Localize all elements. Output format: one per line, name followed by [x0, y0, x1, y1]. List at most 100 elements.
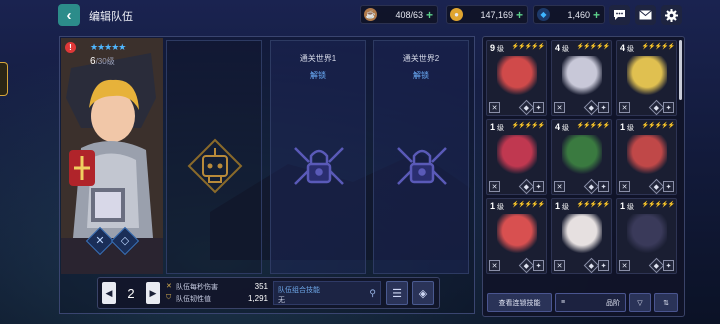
- roster-scrollbar[interactable]: [679, 40, 682, 100]
- lightning-rating-icon: ⚡⚡⚡⚡⚡: [576, 202, 610, 208]
- filter-button[interactable]: ▽: [629, 293, 651, 312]
- add-gem-button[interactable]: +: [593, 8, 604, 22]
- hero-card-level: 9 级: [490, 43, 504, 53]
- hero-card-level: 1 级: [620, 122, 634, 132]
- lightning-rating-icon: ⚡⚡⚡⚡⚡: [511, 123, 545, 129]
- skill-icon: ✦: [598, 260, 609, 271]
- hero-card-level: 1 级: [555, 201, 569, 211]
- hero-level-unit: 级: [106, 57, 115, 66]
- page-control: ◀ 2 ▶: [102, 281, 160, 305]
- class-icon: ✕: [554, 102, 565, 113]
- hero-card[interactable]: 1 级 ⚡⚡⚡⚡⚡ ✕ ◆ ✦: [616, 198, 677, 274]
- side-tab[interactable]: [0, 62, 8, 96]
- hero-card[interactable]: 4 级 ⚡⚡⚡⚡⚡ ✕ ◆ ✦: [551, 119, 612, 195]
- sort-icon: ≡: [561, 299, 566, 306]
- alert-badge: !: [65, 42, 76, 53]
- slot-unlock-link[interactable]: 解锁: [374, 70, 468, 81]
- sort-dropdown[interactable]: ≡ 品阶: [555, 293, 626, 312]
- class-icon: ✕: [554, 181, 565, 192]
- gold-value: 147,169: [480, 9, 513, 20]
- element-icon: ◆: [518, 99, 535, 116]
- toughness-stat: 队伍韧性值 1,291: [166, 294, 268, 304]
- hero-card-level: 1 级: [490, 201, 504, 211]
- gem-icon: ◆: [537, 8, 550, 21]
- hero-card-level: 4 级: [620, 43, 634, 53]
- slot-title: 通关世界1: [299, 54, 337, 63]
- hero-sprite: [562, 135, 602, 177]
- class-icon: ✕: [554, 260, 565, 271]
- hero-sprite: [497, 214, 537, 256]
- hero-card-level: 4 级: [555, 43, 569, 53]
- hero-card[interactable]: 1 级 ⚡⚡⚡⚡⚡ ✕ ◆ ✦: [486, 119, 547, 195]
- gem-counter: ◆ 1,460 +: [533, 5, 605, 24]
- element-icon: ◆: [648, 99, 665, 116]
- dps-label: 队伍每秒伤害: [176, 284, 218, 291]
- element-icon: ◆: [583, 178, 600, 195]
- element-icon: ◆: [648, 257, 665, 274]
- chat-icon[interactable]: [609, 5, 630, 25]
- element-icon: ◆: [648, 178, 665, 195]
- hero-level-max: /30: [95, 57, 107, 66]
- dps-value: 351: [254, 282, 268, 291]
- gear-icon[interactable]: [661, 5, 682, 25]
- hero-card[interactable]: 1 级 ⚡⚡⚡⚡⚡ ✕ ◆ ✦: [616, 119, 677, 195]
- page-number: 2: [127, 285, 135, 301]
- shield-icon: ⛉: [166, 294, 172, 301]
- hero-card-level: 1 级: [490, 122, 504, 132]
- diamond-icon: ◇: [120, 235, 130, 247]
- team-slot-2[interactable]: [166, 40, 262, 274]
- element-filter-button[interactable]: ◈: [412, 281, 434, 305]
- next-page-button[interactable]: ▶: [146, 282, 160, 304]
- toughness-label: 队伍韧性值: [176, 296, 211, 303]
- skill-icon: ✦: [598, 181, 609, 192]
- list-view-button[interactable]: ☰: [386, 281, 408, 305]
- back-arrow-icon: ‹: [66, 6, 72, 24]
- element-icon: ◆: [518, 178, 535, 195]
- hero-card[interactable]: 1 级 ⚡⚡⚡⚡⚡ ✕ ◆ ✦: [486, 198, 547, 274]
- team-slot-4[interactable]: 通关世界2 解锁: [373, 40, 469, 274]
- back-button[interactable]: ‹: [58, 4, 80, 26]
- class-icon: ✕: [619, 181, 630, 192]
- class-icon: ✕: [489, 181, 500, 192]
- hero-sprite: [497, 56, 537, 98]
- element-icon: ◆: [518, 257, 535, 274]
- team-slot-3[interactable]: 通关世界1 解锁: [270, 40, 366, 274]
- toughness-value: 1,291: [247, 294, 268, 303]
- skill-icon: ✦: [598, 102, 609, 113]
- slot-unlock-link[interactable]: 解锁: [271, 70, 365, 81]
- add-stamina-button[interactable]: +: [426, 8, 437, 22]
- lightning-rating-icon: ⚡⚡⚡⚡⚡: [576, 123, 610, 129]
- element-icon: ◆: [583, 257, 600, 274]
- sort-order-button[interactable]: ⇅: [654, 293, 678, 312]
- sort-label: 品阶: [606, 299, 620, 307]
- mail-icon[interactable]: [635, 5, 656, 25]
- dps-stat: 队伍每秒伤害 351: [166, 282, 268, 292]
- page-title: 编辑队伍: [89, 11, 133, 23]
- hero-sprite: [627, 56, 667, 98]
- view-chain-skill-button[interactable]: 查看连锁技能: [487, 293, 552, 312]
- hero-card[interactable]: 1 级 ⚡⚡⚡⚡⚡ ✕ ◆ ✦: [551, 198, 612, 274]
- coffee-cup-icon: ☕: [364, 8, 377, 21]
- skill-icon: ✦: [663, 181, 674, 192]
- skill-icon: ✦: [663, 102, 674, 113]
- hero-card[interactable]: 4 级 ⚡⚡⚡⚡⚡ ✕ ◆ ✦: [551, 40, 612, 116]
- prev-page-button[interactable]: ◀: [102, 282, 116, 304]
- sort-order-icon: ⇅: [663, 299, 669, 307]
- skill-icon: ✦: [663, 260, 674, 271]
- hero-card[interactable]: 4 级 ⚡⚡⚡⚡⚡ ✕ ◆ ✦: [616, 40, 677, 116]
- hero-star-rating: ★★★★★: [90, 42, 126, 52]
- add-gold-button[interactable]: +: [516, 8, 527, 22]
- class-icon: ✕: [619, 260, 630, 271]
- team-skill-box[interactable]: 队伍组合技能 无 ⚲: [273, 281, 381, 305]
- slot-title: 通关世界2: [402, 54, 440, 63]
- hero-sprite: [562, 214, 602, 256]
- hero-slot-1[interactable]: ! ★★★★★ 6/30级 ✕ ◇: [61, 38, 163, 274]
- team-skill-value: 无: [278, 297, 285, 304]
- hero-card[interactable]: 9 级 ⚡⚡⚡⚡⚡ ✕ ◆ ✦: [486, 40, 547, 116]
- diamond-icon: ◈: [418, 287, 428, 300]
- skill-icon: ✦: [533, 181, 544, 192]
- stamina-value: 408/63: [395, 9, 423, 20]
- hero-sprite: [627, 214, 667, 256]
- gold-coin-icon: ●: [450, 8, 463, 21]
- hero-level: 6/30级: [90, 56, 115, 67]
